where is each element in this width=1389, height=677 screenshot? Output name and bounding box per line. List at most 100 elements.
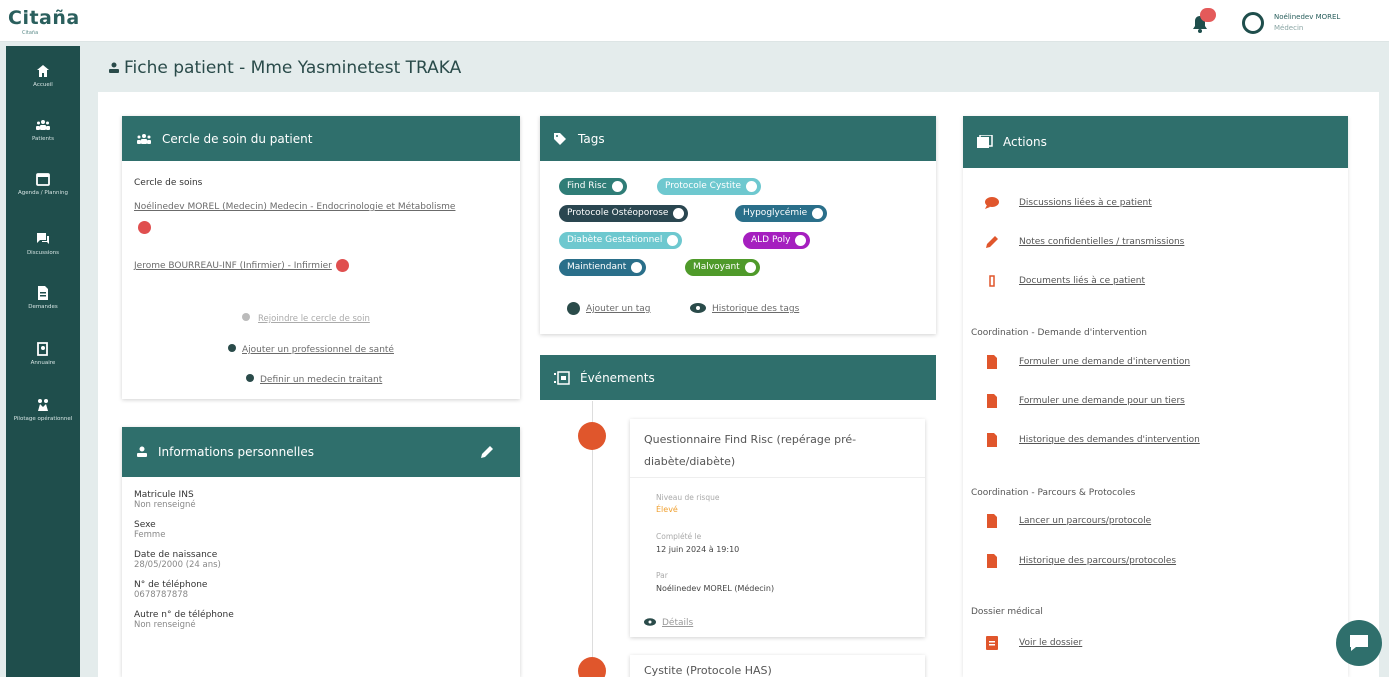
field-label: N° de téléphone bbox=[134, 580, 208, 590]
app-logo-sub: Citaña bbox=[22, 30, 39, 36]
field-value: Femme bbox=[134, 530, 166, 540]
tag-chip[interactable]: Find Risc bbox=[559, 178, 627, 195]
by-value: Noélinedev MOREL (Médecin) bbox=[656, 584, 775, 593]
users-icon bbox=[137, 133, 151, 144]
file-request-icon bbox=[987, 355, 997, 369]
add-tag-link[interactable]: Ajouter un tag bbox=[567, 301, 651, 315]
action-label: Documents liés à ce patient bbox=[1019, 276, 1146, 286]
field-value: 0678787878 bbox=[134, 590, 189, 600]
remove-tag-icon[interactable] bbox=[744, 262, 756, 273]
questionnaire-event-icon bbox=[578, 422, 606, 450]
action-notes[interactable]: Notes confidentielles / transmissions bbox=[985, 236, 1184, 248]
user-name[interactable]: Noélinedev MOREL bbox=[1274, 13, 1340, 21]
plus-circle-icon bbox=[228, 344, 236, 352]
risk-value: Élevé bbox=[656, 505, 678, 514]
sidebar-item-demandes[interactable]: Demandes bbox=[6, 286, 80, 311]
action-request-third-party[interactable]: Formuler une demande pour un tiers bbox=[985, 394, 1185, 408]
set-doctor-link[interactable]: Definir un medecin traitant bbox=[246, 372, 382, 385]
remove-member-icon[interactable] bbox=[335, 258, 349, 272]
action-label: Formuler une demande d'intervention bbox=[1019, 357, 1191, 367]
book-icon bbox=[37, 342, 48, 356]
sidebar-item-label: Accueil bbox=[33, 82, 53, 88]
action-request-intervention[interactable]: Formuler une demande d'intervention bbox=[985, 355, 1191, 369]
tag-chip[interactable]: Protocole Cystite bbox=[657, 178, 762, 195]
remove-tag-icon[interactable] bbox=[667, 235, 679, 246]
tag-label: Protocole Cystite bbox=[665, 181, 742, 191]
care-member-1: Noélinedev MOREL (Medecin) Medecin - End… bbox=[134, 196, 464, 237]
layers-icon bbox=[977, 135, 993, 148]
field-value: Non renseigné bbox=[134, 620, 196, 630]
file-history-icon bbox=[987, 554, 997, 568]
action-label: Discussions liées à ce patient bbox=[1019, 198, 1152, 208]
action-protocol-history[interactable]: Historique des parcours/protocoles bbox=[985, 554, 1177, 568]
user-avatar-icon[interactable] bbox=[1242, 12, 1264, 34]
chat-button[interactable] bbox=[1336, 620, 1382, 666]
eye-icon bbox=[644, 618, 656, 626]
personal-info-card: Informations personnelles Matricule INS … bbox=[122, 427, 520, 677]
action-request-history[interactable]: Historique des demandes d'intervention bbox=[985, 433, 1200, 447]
plus-circle-icon bbox=[242, 313, 250, 321]
join-circle-link[interactable]: Rejoindre le cercle de soin bbox=[242, 313, 370, 324]
users-icon bbox=[36, 120, 50, 130]
remove-tag-icon[interactable] bbox=[746, 181, 758, 192]
event-details-link[interactable]: Détails bbox=[644, 615, 693, 628]
actions-card: Actions Discussions liées à ce patient N… bbox=[963, 116, 1348, 677]
action-documents[interactable]: Documents liés à ce patient bbox=[985, 275, 1146, 287]
tag-history-link[interactable]: Historique des tags bbox=[690, 301, 799, 314]
personal-info-header: Informations personnelles bbox=[122, 427, 520, 477]
action-discussions[interactable]: Discussions liées à ce patient bbox=[985, 197, 1152, 209]
tag-label: ALD Poly bbox=[751, 235, 791, 245]
tag-chip[interactable]: Malvoyant bbox=[685, 259, 760, 276]
notification-badge bbox=[1200, 8, 1216, 22]
tag-chip[interactable]: Maintiendant bbox=[559, 259, 647, 276]
event-card: Questionnaire Find Risc (repérage pré-di… bbox=[630, 419, 925, 637]
tag-label: Find Risc bbox=[567, 181, 607, 191]
sidebar-item-patients[interactable]: Patients bbox=[6, 118, 80, 143]
section-title: Coordination - Parcours & Protocoles bbox=[971, 488, 1136, 498]
action-view-record[interactable]: Voir le dossier bbox=[985, 636, 1083, 650]
sidebar-item-discussions[interactable]: Discussions bbox=[6, 232, 80, 257]
field-label: Date de naissance bbox=[134, 550, 218, 560]
tag-label: Protocole Ostéoporose bbox=[567, 208, 669, 218]
action-label: Lancer un parcours/protocole bbox=[1019, 516, 1152, 526]
tag-chip[interactable]: ALD Poly bbox=[743, 232, 811, 249]
person-icon bbox=[137, 446, 147, 457]
paperclip-icon bbox=[989, 275, 995, 287]
action-label: Voir le dossier bbox=[1019, 638, 1083, 648]
completed-label: Complété le bbox=[656, 532, 702, 541]
remove-tag-icon[interactable] bbox=[673, 208, 685, 219]
network-icon bbox=[38, 399, 48, 411]
tag-chip[interactable]: Diabète Gestationnel bbox=[559, 232, 683, 249]
remove-tag-icon[interactable] bbox=[631, 262, 643, 273]
action-label: Formuler une demande pour un tiers bbox=[1019, 396, 1185, 406]
sidebar-item-agenda[interactable]: Agenda / Planning bbox=[6, 172, 80, 197]
action-launch-protocol[interactable]: Lancer un parcours/protocole bbox=[985, 514, 1152, 528]
field-value: Non renseigné bbox=[134, 500, 196, 510]
completed-value: 12 juin 2024 à 19:10 bbox=[656, 545, 740, 554]
tag-chip[interactable]: Hypoglycémie bbox=[735, 205, 828, 222]
sidebar-item-annuaire[interactable]: Annuaire bbox=[6, 342, 80, 367]
field-value: 28/05/2000 (24 ans) bbox=[134, 560, 221, 570]
tag-chip[interactable]: Protocole Ostéoporose bbox=[559, 205, 689, 222]
remove-tag-icon[interactable] bbox=[812, 208, 824, 219]
medical-record-icon bbox=[986, 636, 998, 650]
add-tag-label: Ajouter un tag bbox=[586, 304, 651, 314]
app-logo[interactable]: Citaña bbox=[8, 7, 80, 29]
care-member-link[interactable]: Noélinedev MOREL (Medecin) Medecin - End… bbox=[134, 202, 455, 212]
card-title: Informations personnelles bbox=[158, 445, 314, 459]
action-label: Historique des parcours/protocoles bbox=[1019, 556, 1177, 566]
remove-tag-icon[interactable] bbox=[795, 235, 807, 246]
edit-pencil-icon[interactable] bbox=[480, 445, 494, 459]
add-professional-link[interactable]: Ajouter un professionnel de santé bbox=[228, 342, 394, 355]
care-member-link[interactable]: Jerome BOURREAU-INF (Infirmier) - Infirm… bbox=[134, 261, 332, 271]
section-title: Coordination - Demande d'intervention bbox=[971, 328, 1148, 338]
remove-tag-icon[interactable] bbox=[611, 181, 623, 192]
remove-member-icon[interactable] bbox=[138, 220, 151, 234]
tag-label: Maintiendant bbox=[567, 262, 627, 272]
sidebar-item-accueil[interactable]: Accueil bbox=[6, 64, 80, 89]
event-title: Cystite (Protocole HAS) bbox=[644, 664, 772, 677]
details-label: Détails bbox=[662, 618, 694, 628]
sidebar-item-pilotage[interactable]: Pilotage opérationnel bbox=[6, 398, 80, 423]
tag-icon bbox=[554, 132, 566, 145]
sidebar-item-label: Agenda / Planning bbox=[17, 190, 69, 196]
